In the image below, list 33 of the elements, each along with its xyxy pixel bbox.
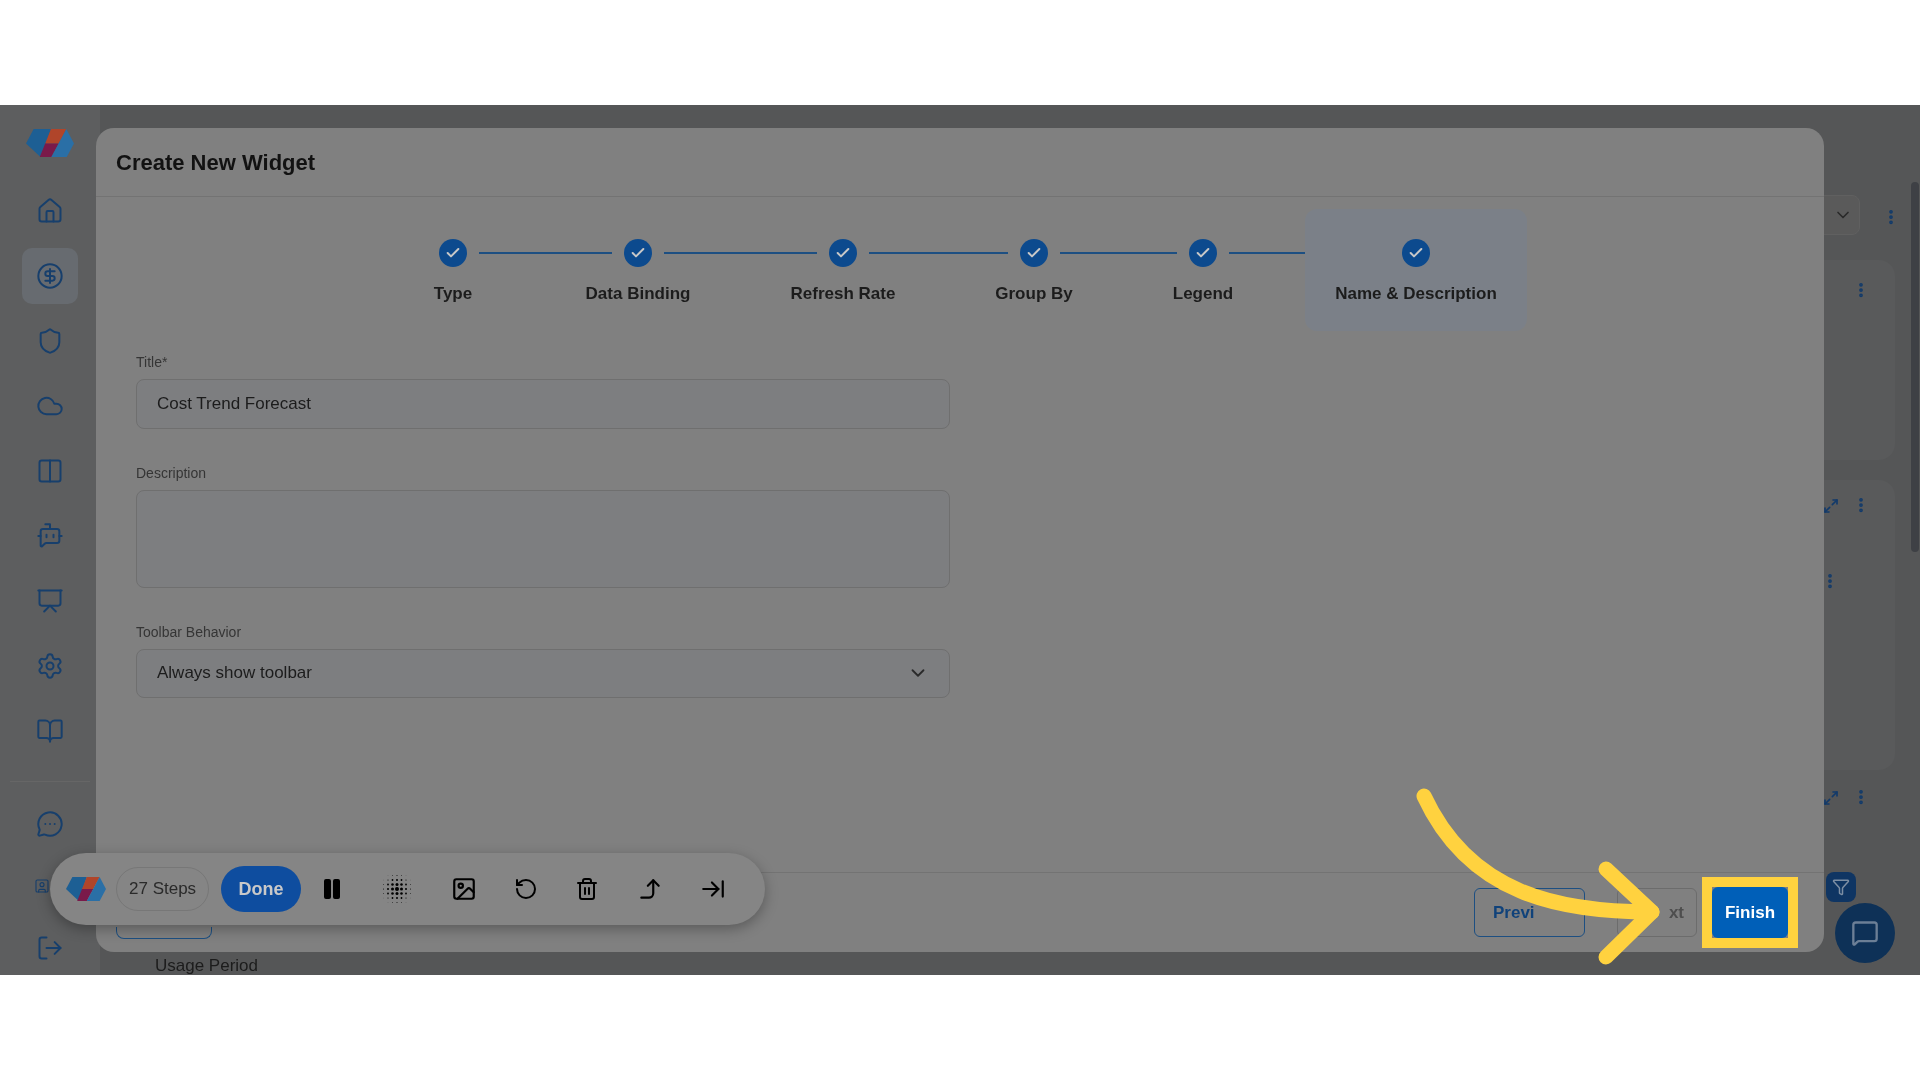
settings-icon xyxy=(36,652,64,680)
undo-icon[interactable] xyxy=(514,877,539,901)
chat-bot-icon xyxy=(36,522,64,550)
filter-button[interactable] xyxy=(1826,872,1856,902)
filter-icon xyxy=(1832,878,1850,896)
logo-icon xyxy=(26,128,74,158)
step-tab[interactable]: Name & Description xyxy=(1305,209,1527,331)
expand-icon[interactable] xyxy=(1823,498,1839,514)
finish-button[interactable]: Finish xyxy=(1712,887,1788,938)
done-button[interactable]: Done xyxy=(221,866,302,912)
logout-icon xyxy=(36,934,64,962)
home-icon xyxy=(36,197,64,225)
book-icon xyxy=(36,717,64,745)
expand-icon[interactable] xyxy=(1823,790,1839,806)
logo-icon xyxy=(66,877,106,901)
columns-icon xyxy=(36,457,64,485)
trash-icon[interactable] xyxy=(575,877,600,901)
dollar-icon xyxy=(36,262,64,290)
dialog-title: Create New Widget xyxy=(116,148,316,177)
field-label: Description xyxy=(136,463,208,483)
back-button[interactable] xyxy=(116,927,212,939)
section-label: Usage Period xyxy=(155,955,258,977)
field-label: Title* xyxy=(136,352,169,372)
title-field[interactable]: Cost Trend Forecast xyxy=(136,378,950,429)
previous-button[interactable]: Previ xyxy=(1474,888,1585,937)
image-icon[interactable] xyxy=(450,876,477,902)
message-icon xyxy=(36,810,64,838)
chat-button[interactable] xyxy=(1835,903,1895,963)
sidebar-item[interactable] xyxy=(22,248,78,304)
field-label: Toolbar Behavior xyxy=(136,622,243,642)
presentation-icon xyxy=(36,587,64,615)
chat-icon xyxy=(1851,919,1879,947)
toolbar-behavior-select[interactable]: Always show toolbar xyxy=(136,648,950,698)
